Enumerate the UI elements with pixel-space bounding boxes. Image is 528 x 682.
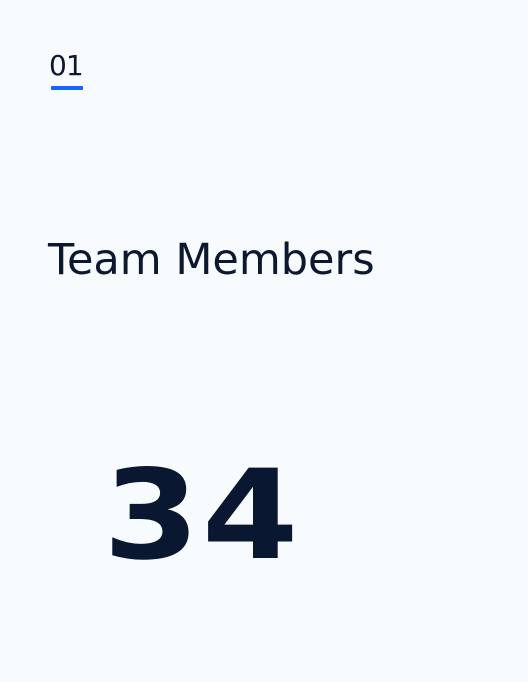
card-title: Team Members xyxy=(48,235,375,285)
card-index-number: 01 xyxy=(49,49,84,82)
team-members-card: 01 Team Members 34 xyxy=(0,0,528,682)
card-index: 01 xyxy=(49,50,89,94)
team-member-count: 34 xyxy=(103,444,301,588)
card-index-underline xyxy=(51,86,83,90)
